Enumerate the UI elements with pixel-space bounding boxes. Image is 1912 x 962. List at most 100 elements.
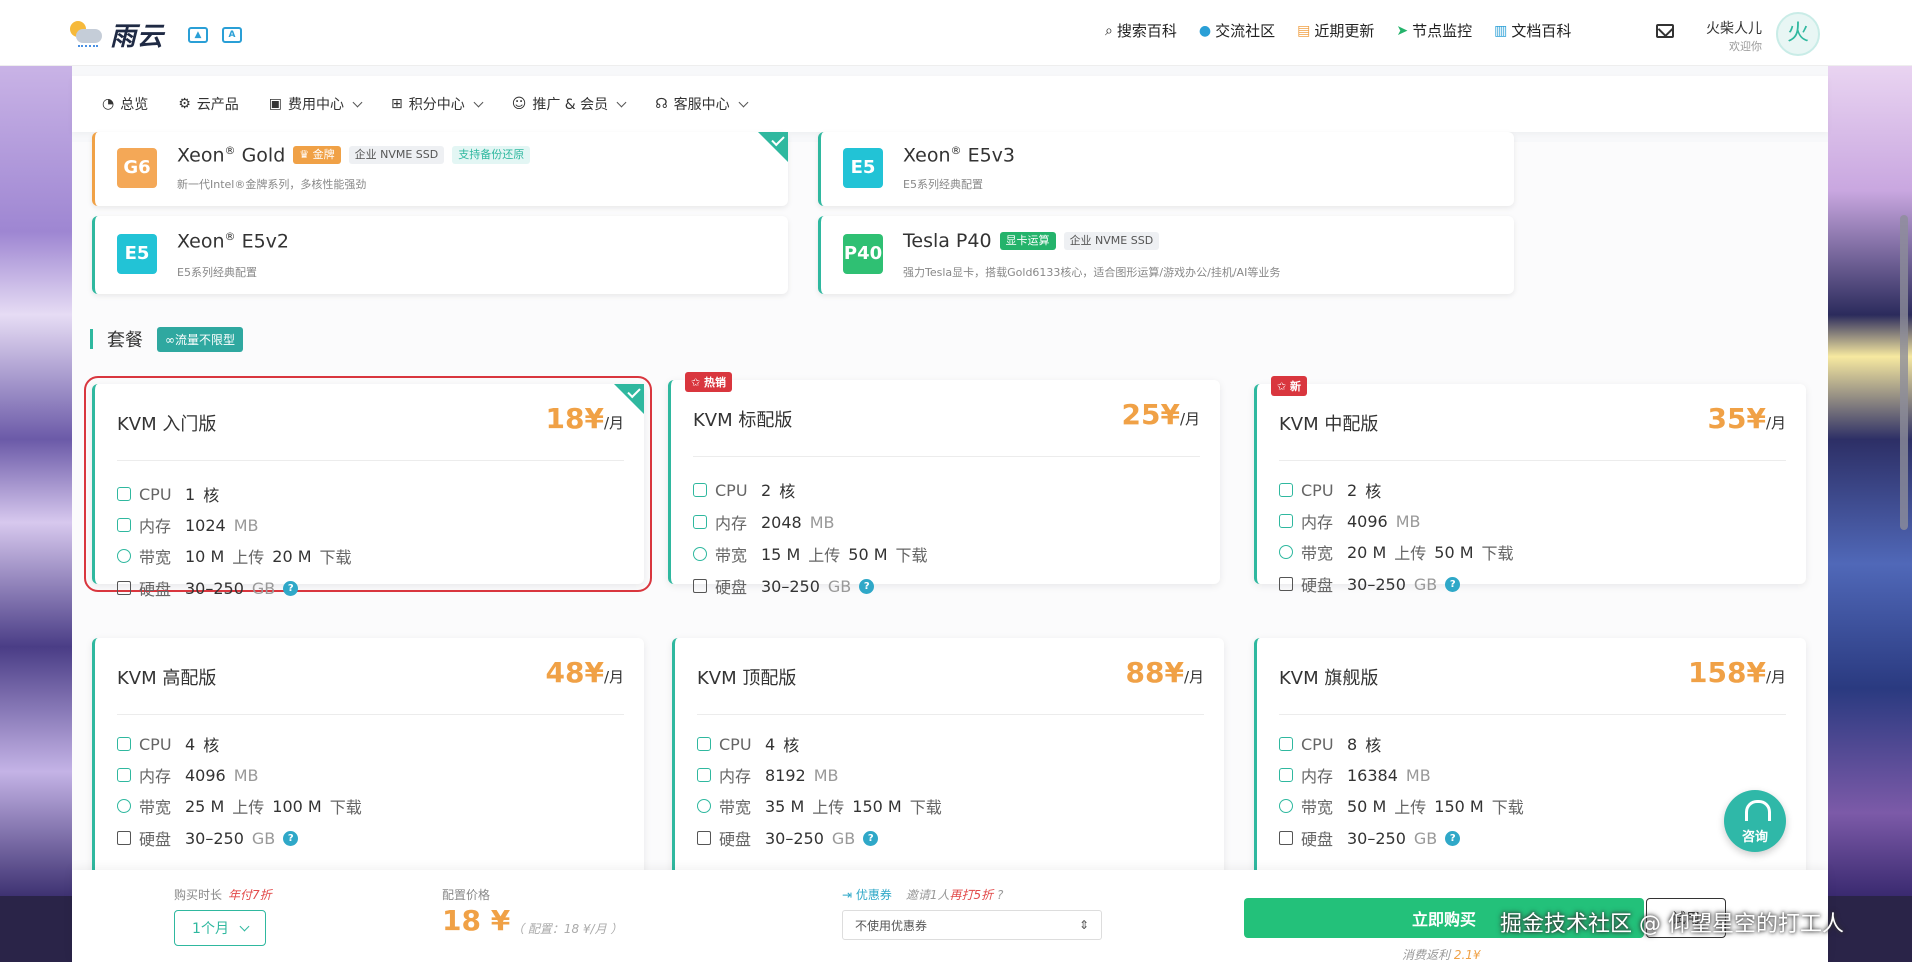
cloud-upload-icon <box>117 549 131 563</box>
duration-select[interactable]: 1个月 <box>174 910 266 946</box>
tag-gold: ♛ 金牌 <box>293 146 341 165</box>
subnav-support[interactable]: ☊ 客服中心 <box>655 94 749 114</box>
help-icon[interactable]: ? <box>859 578 875 594</box>
subnav-cloud-products[interactable]: ⚙ 云产品 <box>178 94 239 114</box>
spec-disk: 硬盘 30–250 GB? <box>117 576 299 600</box>
spec-bandwidth: 带宽 50 M 上传 150 M 下载 <box>1279 794 1524 818</box>
package-price: 48¥/月 <box>545 656 624 689</box>
promo-icon: ☺ <box>511 96 527 112</box>
package-card-standard[interactable]: ✩ 热销 KVM 标配版 25¥/月 CPU 2 核 内存 2048 MB 带宽 15 M… <box>668 372 1220 597</box>
cpu-badge: E5 <box>843 148 883 188</box>
spec-memory: 内存 2048 MB <box>693 510 835 534</box>
package-card-mid[interactable]: ✩ 新 KVM 中配版 35¥/月 CPU 2 核 内存 4096 MB 带宽 20 M上… <box>1254 376 1806 595</box>
image-icon[interactable]: ▲ <box>188 26 209 43</box>
price-label: 配置价格 <box>442 888 491 902</box>
chevron-down-icon <box>616 97 627 107</box>
subnav-points[interactable]: ⊞ 积分中心 <box>391 94 484 114</box>
weather-logo-icon <box>68 19 104 51</box>
cpu-icon <box>117 737 131 751</box>
cpu-desc: 新一代Intel®金牌系列，多核性能强劲 <box>177 178 367 191</box>
main-panel: ◔ 总览 ⚙ 云产品 ▣ 费用中心 ⊞ 积分中心 ☺ 推广 & 会员 ☊ 客服中心 G6 X… <box>72 66 1828 898</box>
spec-memory: 内存 4096 MB <box>1279 509 1421 533</box>
spec-cpu: CPU 4 核 <box>697 732 799 756</box>
search-icon: ⌕ <box>1105 22 1113 39</box>
package-name: KVM 标配版 <box>693 410 793 431</box>
subnav-billing[interactable]: ▣ 费用中心 <box>268 94 363 114</box>
tag-gpu: 显卡运算 <box>999 232 1056 250</box>
cloud-upload-icon <box>697 799 711 813</box>
new-ribbon: ✩ 新 <box>1271 376 1308 396</box>
cpu-desc: E5系列经典配置 <box>903 178 983 191</box>
package-name: KVM 高配版 <box>117 668 217 689</box>
spec-memory: 内存 4096 MB <box>117 763 259 787</box>
package-card-flagship[interactable]: KVM 旗舰版 158¥/月 CPU 8 核 内存 16384 MB 带宽 50 M 上传 1… <box>1254 638 1806 898</box>
topnav-community[interactable]: ● 交流社区 <box>1199 20 1275 41</box>
mail-icon[interactable] <box>1656 24 1674 38</box>
cpu-option-gold[interactable]: G6 Xeon® Gold ♛ 金牌 企业 NVME SSD 支持备份还原 新一… <box>92 132 788 206</box>
spec-cpu: CPU 2 核 <box>693 478 795 502</box>
spec-bandwidth: 带宽 20 M 上传 50 M 下载 <box>1279 540 1514 564</box>
help-icon[interactable]: ? <box>283 830 299 846</box>
cpu-option-p40[interactable]: P40 Tesla P40 显卡运算 企业 NVME SSD 强力Tesla显卡… <box>818 216 1514 294</box>
rebate-note: 消费返利 2.1¥ <box>1402 948 1481 962</box>
brand-logo[interactable]: 雨云 ▲ A <box>68 16 243 53</box>
package-price: 25¥/月 <box>1121 398 1200 431</box>
selected-check-icon <box>614 384 644 414</box>
chevron-down-icon <box>473 97 484 107</box>
translate-icon[interactable]: A <box>222 26 243 43</box>
help-icon[interactable]: ? <box>1445 830 1461 846</box>
news-icon: ▤ <box>1297 22 1311 39</box>
topnav-search[interactable]: ⌕ 搜索百科 <box>1105 20 1177 41</box>
spec-cpu: CPU 2 核 <box>1279 478 1381 502</box>
cpu-badge: G6 <box>117 148 157 188</box>
coupon-select[interactable]: 不使用优惠券 ⇕ <box>842 910 1102 940</box>
coupon-header: ⇥ 优惠券 邀请1人再打5折 ? <box>842 886 1003 903</box>
subnav-promo[interactable]: ☺ 推广 & 会员 <box>511 94 627 114</box>
tag-nvme: 企业 NVME SSD <box>1063 232 1160 250</box>
cloud-upload-icon <box>1279 799 1293 813</box>
spec-memory: 内存 1024 MB <box>117 513 259 537</box>
cpu-name: Xeon® Gold <box>177 144 286 167</box>
spec-disk: 硬盘 30–250 GB? <box>697 826 879 850</box>
disk-icon <box>1279 577 1293 591</box>
cpu-name: Xeon® E5v3 <box>903 144 1016 167</box>
points-icon: ⊞ <box>391 96 403 112</box>
top-navbar: 雨云 ▲ A ⌕ 搜索百科 ● 交流社区 ▤ 近期更新 ➤ 节点监控 ▥ 文档百科 火柴人… <box>0 0 1912 66</box>
user-greeting: 欢迎你 <box>1729 40 1762 53</box>
topnav-updates[interactable]: ▤ 近期更新 <box>1297 20 1374 41</box>
spec-bandwidth: 带宽 25 M 上传 100 M 下载 <box>117 794 362 818</box>
cpu-desc: 强力Tesla显卡，搭载Gold6133核心，适合图形运算/游戏办公/挂机/AI… <box>903 266 1281 279</box>
page-scrollbar[interactable] <box>1900 215 1908 530</box>
subnav-overview[interactable]: ◔ 总览 <box>102 94 148 114</box>
package-card-high[interactable]: KVM 高配版 48¥/月 CPU 4 核 内存 4096 MB 带宽 25 M 上传 100… <box>92 638 644 898</box>
spec-cpu: CPU 8 核 <box>1279 732 1381 756</box>
package-card-top[interactable]: KVM 顶配版 88¥/月 CPU 4 核 内存 8192 MB 带宽 35 M 上传 150… <box>672 638 1224 898</box>
help-icon[interactable]: ? <box>863 830 879 846</box>
cpu-icon <box>1279 483 1293 497</box>
docs-icon: ▥ <box>1494 22 1508 39</box>
cpu-option-e5v2[interactable]: E5 Xeon® E5v2 E5系列经典配置 <box>92 216 788 294</box>
spec-memory: 内存 16384 MB <box>1279 763 1431 787</box>
help-icon[interactable]: ? <box>1445 576 1461 592</box>
consult-button[interactable]: 咨询 <box>1724 790 1786 852</box>
memory-icon <box>117 768 131 782</box>
unlimited-traffic-pill[interactable]: ∞流量不限型 <box>157 326 243 352</box>
cpu-badge: E5 <box>117 234 157 274</box>
price-note: （ 配置：18 ¥/月 ） <box>512 922 623 936</box>
selected-check-icon <box>758 132 788 162</box>
cloud-product-icon: ⚙ <box>178 96 191 112</box>
topnav-node-monitor[interactable]: ➤ 节点监控 <box>1396 20 1472 41</box>
help-icon[interactable]: ? <box>283 580 299 596</box>
cpu-icon <box>1279 737 1293 751</box>
package-name: KVM 中配版 <box>1279 414 1379 435</box>
billing-icon: ▣ <box>268 96 283 112</box>
section-title: 套餐 <box>107 330 143 351</box>
topnav-docs[interactable]: ▥ 文档百科 <box>1494 20 1571 41</box>
package-card-starter[interactable]: KVM 入门版 18¥/月 CPU 1 核 内存 1024 MB 带宽 10 M 上传 20 … <box>84 376 652 599</box>
cpu-icon <box>117 487 131 501</box>
avatar[interactable]: 火 <box>1776 12 1820 56</box>
cpu-badge: P40 <box>843 234 883 274</box>
cpu-option-e5v3[interactable]: E5 Xeon® E5v3 E5系列经典配置 <box>818 132 1514 206</box>
product-content: G6 Xeon® Gold ♛ 金牌 企业 NVME SSD 支持备份还原 新一… <box>72 132 1828 898</box>
user-info[interactable]: 火柴人儿 欢迎你 <box>1706 18 1762 54</box>
